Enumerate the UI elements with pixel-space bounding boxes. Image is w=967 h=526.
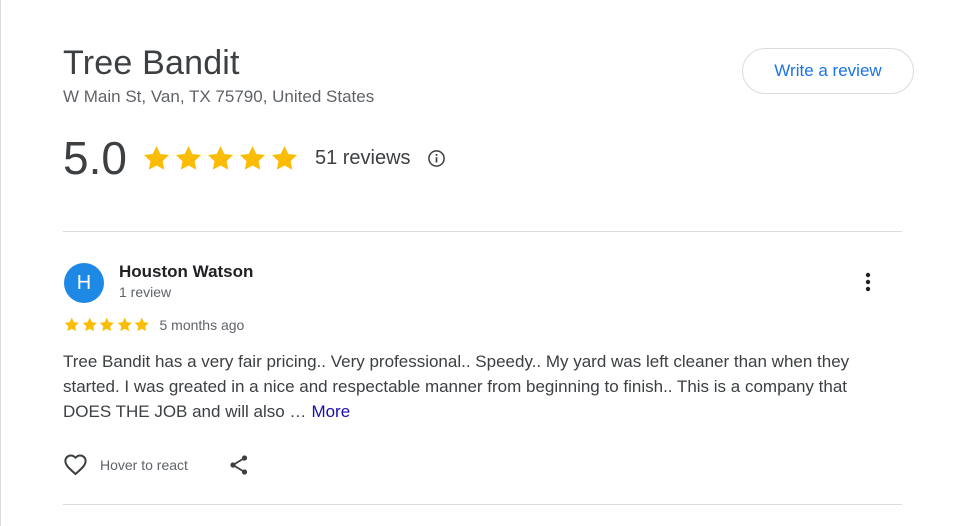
star-icon [99,317,114,332]
star-icon [239,145,265,170]
write-review-button[interactable]: Write a review [742,48,914,94]
reviewer-name[interactable]: Houston Watson [119,262,253,282]
react-label: Hover to react [100,456,188,473]
review-count[interactable]: 51 reviews [315,147,411,170]
review-text: Tree Bandit has a very fair pricing.. Ve… [63,349,893,424]
business-name: Tree Bandit [63,44,240,82]
review-actions: Hover to react [62,451,251,478]
star-icon [143,145,169,170]
star-icon [64,317,79,332]
rating-stars [141,143,300,174]
reviewer-review-count: 1 review [119,284,172,300]
left-border [0,0,1,526]
more-link[interactable]: More [311,402,350,421]
avatar[interactable]: H [64,263,104,303]
review-date: 5 months ago [159,316,245,333]
review-body: Tree Bandit has a very fair pricing.. Ve… [63,352,850,421]
share-icon[interactable] [227,453,251,477]
more-vert-icon[interactable] [856,270,880,294]
divider-bottom [63,504,902,505]
review-stars [63,316,151,334]
star-icon [207,145,233,170]
star-icon [175,145,201,170]
star-icon [82,317,97,332]
review-rating-row: 5 months ago [63,316,244,334]
rating-value: 5.0 [63,132,127,184]
star-icon [134,317,149,332]
star-icon [271,145,297,170]
business-address: W Main St, Van, TX 75790, United States [63,87,375,106]
info-circle-icon[interactable] [427,149,446,168]
star-icon [117,317,132,332]
divider-top [63,231,902,232]
rating-summary: 5.0 51 reviews [63,130,446,186]
heart-outline-icon[interactable] [62,451,89,478]
